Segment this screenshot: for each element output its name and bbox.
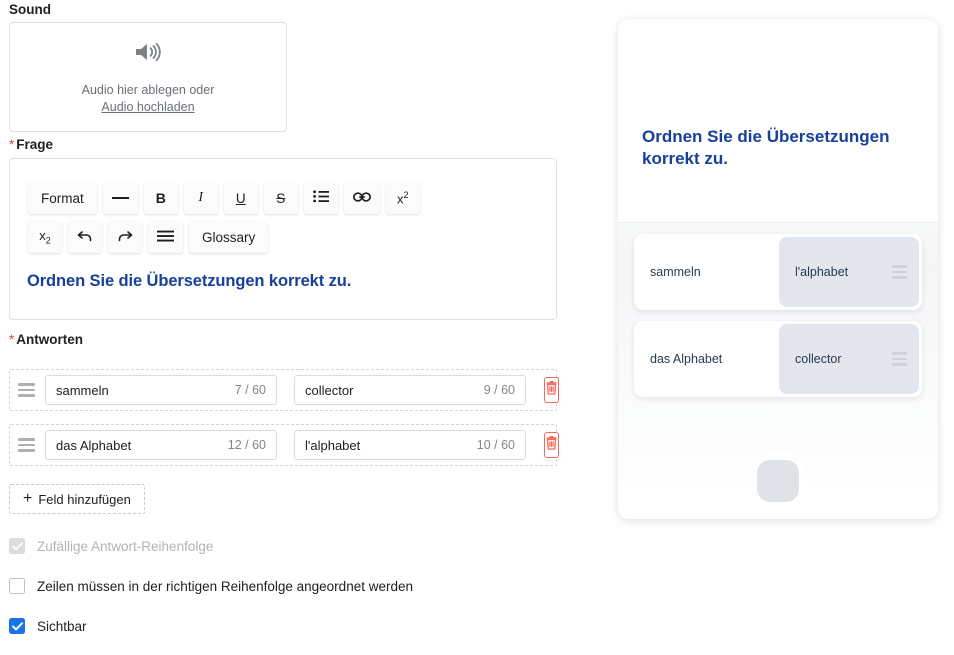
answer-right-counter: 9 / 60 [483,383,515,397]
undo-icon [77,229,93,246]
answer-right-input[interactable]: collector 9 / 60 [294,375,526,405]
drag-handle-icon[interactable] [892,265,919,279]
superscript-button[interactable]: x2 [385,182,420,214]
strikethrough-button[interactable]: S [263,182,298,214]
option-label: Zufällige Antwort-Reihenfolge [37,538,214,554]
add-field-button[interactable]: + Feld hinzufügen [9,484,145,514]
question-content-text[interactable]: Ordnen Sie die Übersetzungen korrekt zu. [27,272,527,291]
strikethrough-icon: S [276,190,286,206]
bold-icon: B [155,190,166,206]
preview-match-tile[interactable]: collector [779,324,919,394]
mobile-preview-panel: Ordnen Sie die Übersetzungen korrekt zu.… [618,19,938,519]
preview-match-text: l'alphabet [795,265,849,279]
subscript-icon: x2 [39,228,51,246]
question-label-text: Frage [16,137,54,152]
align-icon [157,230,174,245]
option-label: Zeilen müssen in der richtigen Reihenfol… [37,578,413,594]
delete-row-button[interactable] [544,432,559,458]
table-row: das Alphabet 12 / 60 l'alphabet 10 / 60 [9,424,559,466]
checkbox-checked-disabled-icon [9,538,25,554]
list-item[interactable]: das Alphabet collector [634,321,922,397]
redo-icon [117,229,133,246]
drag-handle-icon[interactable] [892,352,919,366]
dropzone-instruction: Audio hier ablegen oder [81,83,215,98]
redo-button[interactable] [108,221,142,253]
question-editor-panel: Sound Audio hier ablegen oder Audio hoch… [0,0,600,655]
horizontal-rule-icon [111,191,129,206]
option-random-answer-order[interactable]: Zufällige Antwort-Reihenfolge [9,538,213,554]
align-button[interactable] [148,221,183,253]
bold-button[interactable]: B [143,182,178,214]
glossary-button[interactable]: Glossary [189,221,269,253]
format-dropdown[interactable]: Format [28,182,97,214]
answer-right-value: collector [305,382,354,398]
answers-section-label: * Antworten [9,332,83,347]
link-icon [352,191,371,206]
answer-right-counter: 10 / 60 [476,438,515,452]
preview-match-text: collector [795,352,842,366]
checkbox-checked-icon [9,618,25,634]
rich-text-editor: Format B I U S x2 x2 Glossary [9,158,557,320]
italic-button[interactable]: I [183,182,218,214]
bullet-list-icon [312,190,329,206]
home-button-icon[interactable] [757,460,799,502]
drag-handle-icon[interactable] [10,383,42,397]
drag-handle-icon[interactable] [10,438,42,452]
italic-icon: I [198,190,204,205]
preview-match-tile[interactable]: l'alphabet [779,237,919,307]
horizontal-rule-button[interactable] [102,182,138,214]
add-field-label: Feld hinzufügen [38,491,131,507]
preview-question-text: Ordnen Sie die Übersetzungen korrekt zu. [642,127,890,168]
delete-row-button[interactable] [544,377,559,403]
answer-right-value: l'alphabet [305,437,361,453]
plus-icon: + [23,490,33,507]
trash-icon [545,380,558,400]
editor-toolbar-row-2: x2 Glossary [10,214,556,253]
answer-left-input[interactable]: das Alphabet 12 / 60 [45,430,277,460]
list-item[interactable]: sammeln l'alphabet [634,234,922,310]
option-label: Sichtbar [37,618,87,634]
answer-left-value: das Alphabet [56,437,132,453]
superscript-icon: x2 [397,189,409,207]
audio-dropzone[interactable]: Audio hier ablegen oder Audio hochladen [9,22,287,132]
preview-term: sammeln [650,265,701,279]
link-button[interactable] [343,182,380,214]
question-section-label: * Frage [9,137,53,152]
sound-section-label: Sound [9,2,51,17]
table-row: sammeln 7 / 60 collector 9 / 60 [9,369,559,411]
underline-icon: U [235,190,246,206]
editor-toolbar-row-1: Format B I U S x2 [10,159,556,214]
preview-term: das Alphabet [650,352,723,366]
trash-icon [545,435,558,455]
option-visible[interactable]: Sichtbar [9,618,87,634]
answer-left-input[interactable]: sammeln 7 / 60 [45,375,277,405]
answer-right-input[interactable]: l'alphabet 10 / 60 [294,430,526,460]
bullet-list-button[interactable] [303,182,338,214]
required-marker: * [9,332,15,347]
answer-left-counter: 12 / 60 [227,438,266,452]
preview-question-area: Ordnen Sie die Übersetzungen korrekt zu. [618,19,938,223]
option-rows-must-be-ordered[interactable]: Zeilen müssen in der richtigen Reihenfol… [9,578,413,594]
audio-upload-link[interactable]: Audio hochladen [101,100,194,114]
answers-label-text: Antworten [16,332,84,347]
underline-button[interactable]: U [223,182,258,214]
speaker-icon [133,40,163,69]
undo-button[interactable] [68,221,102,253]
answer-left-counter: 7 / 60 [234,383,266,397]
preview-cards-area: sammeln l'alphabet das Alphabet collecto… [618,223,938,519]
answer-left-value: sammeln [56,382,109,398]
required-marker: * [9,137,15,152]
checkbox-unchecked-icon [9,578,25,594]
subscript-button[interactable]: x2 [28,221,62,253]
